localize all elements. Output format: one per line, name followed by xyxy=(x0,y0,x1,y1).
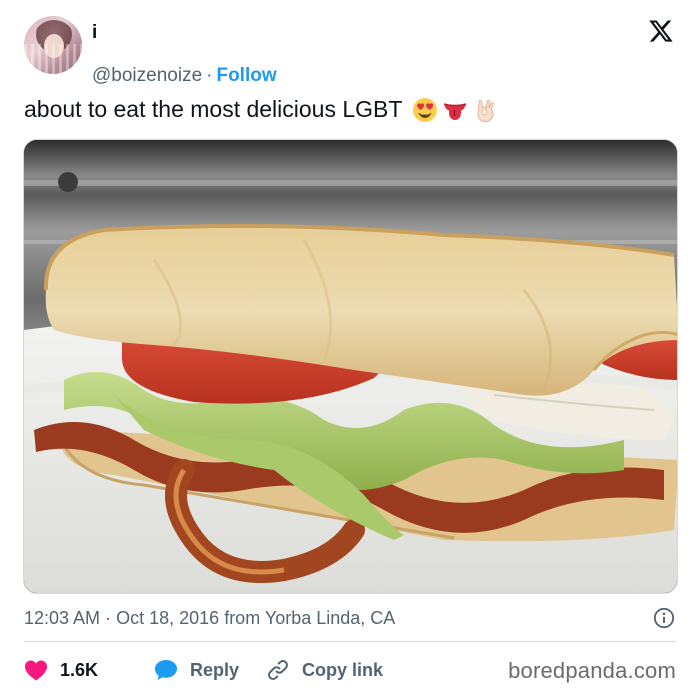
tweet-time[interactable]: 12:03 AM xyxy=(24,608,100,628)
tweet-meta: 12:03 AM · Oct 18, 2016 from Yorba Linda… xyxy=(24,608,395,629)
tweet-date[interactable]: Oct 18, 2016 xyxy=(116,608,219,628)
location-prefix: from xyxy=(224,608,261,628)
sandwich-photo[interactable] xyxy=(23,139,678,594)
reply-button[interactable]: Reply xyxy=(154,655,239,685)
tongue-emoji xyxy=(444,102,467,120)
link-icon xyxy=(268,660,288,680)
like-count: 1.6K xyxy=(60,659,99,680)
heart-icon xyxy=(25,660,47,681)
reply-label: Reply xyxy=(190,659,240,680)
tweet-location[interactable]: Yorba Linda, CA xyxy=(265,608,395,628)
copy-link-label: Copy link xyxy=(302,659,384,680)
follow-button[interactable]: Follow xyxy=(216,65,276,86)
tweet-header: i @boizenoize · Follow xyxy=(24,16,676,86)
handle-row: @boizenoize · Follow xyxy=(92,66,277,86)
x-logo-icon[interactable] xyxy=(648,18,674,44)
copy-link-button[interactable]: Copy link xyxy=(266,655,383,685)
info-icon[interactable] xyxy=(653,607,675,629)
tweet-text-body: about to eat the most delicious LGBT xyxy=(24,96,403,122)
meta-separator: · xyxy=(105,608,112,628)
display-name[interactable]: i xyxy=(92,22,97,44)
ok-hand-emoji xyxy=(477,99,495,122)
like-button[interactable]: 1.6K xyxy=(24,655,98,685)
heart-eyes-face-emoji xyxy=(413,97,438,122)
divider xyxy=(24,641,676,642)
watermark: boredpanda.com xyxy=(508,658,676,683)
handle-separator: · xyxy=(206,65,213,86)
avatar[interactable] xyxy=(24,16,82,74)
speech-bubble-icon xyxy=(155,660,177,680)
tweet-actions: 1.6K Reply Copy link boredpanda.com xyxy=(24,655,676,687)
user-handle[interactable]: @boizenoize xyxy=(92,65,202,86)
tweet-text: about to eat the most delicious LGBT xyxy=(24,96,498,123)
